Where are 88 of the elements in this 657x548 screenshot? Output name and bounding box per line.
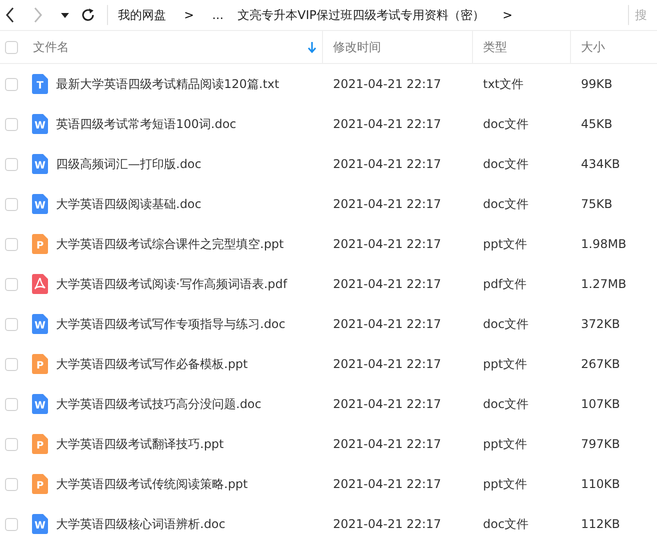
file-name[interactable]: 大学英语四级考试写作专项指导与练习.doc [56,316,286,330]
file-size: 75KB [581,197,612,211]
file-type: doc文件 [483,516,529,530]
row-checkbox[interactable] [5,238,18,250]
file-size: 110KB [581,477,620,491]
modified-time: 2021-04-21 22:17 [333,237,442,251]
modified-time: 2021-04-21 22:17 [333,317,442,331]
row-checkbox[interactable] [5,518,18,530]
file-type: doc文件 [483,156,529,170]
file-icon: W [32,114,48,134]
sort-arrow-icon [308,42,316,52]
file-name[interactable]: 大学英语四级核心词语辨析.doc [56,516,226,530]
file-type: ppt文件 [483,436,527,450]
file-icon: W [32,194,48,214]
row-checkbox[interactable] [5,198,18,210]
file-name[interactable]: 大学英语四级考试传统阅读策略.ppt [56,476,248,490]
row-checkbox[interactable] [5,398,18,410]
row-checkbox[interactable] [5,478,18,490]
file-size: 434KB [581,157,620,171]
file-icon: T [32,74,48,94]
modified-time: 2021-04-21 22:17 [333,157,442,171]
file-type: doc文件 [483,316,529,330]
modified-time: 2021-04-21 22:17 [333,517,442,531]
file-icon: W [32,154,48,174]
modified-time: 2021-04-21 22:17 [333,197,442,211]
row-checkbox[interactable] [5,318,18,330]
file-name[interactable]: 大学英语四级考试技巧高分没问题.doc [56,396,262,410]
file-size: 107KB [581,397,620,411]
file-type: doc文件 [483,116,529,130]
column-header[interactable]: 文件名 [21,31,323,63]
column-header[interactable]: 大小 [571,31,657,63]
file-type: doc文件 [483,196,529,210]
modified-time: 2021-04-21 22:17 [333,357,442,371]
file-icon: W [32,314,48,334]
row-checkbox[interactable] [5,78,18,90]
breadcrumb-item[interactable]: 文亮专升本VIP保过班四级考试专用资料（密） [238,6,484,24]
file-name[interactable]: 最新大学英语四级考试精品阅读120篇.txt [56,76,280,90]
file-name[interactable]: 大学英语四级考试写作必备模板.ppt [56,356,248,370]
file-type: ppt文件 [483,356,527,370]
file-size: 372KB [581,317,620,331]
breadcrumb-item[interactable]: ... [212,8,224,22]
file-type: doc文件 [483,396,529,410]
search-field[interactable]: 搜 [629,8,657,22]
file-icon: W [32,394,48,414]
modified-time: 2021-04-21 22:17 [333,437,442,451]
file-icon: P [32,354,48,374]
file-type: ppt文件 [483,236,527,250]
file-size: 1.98MB [581,237,626,251]
dropdown-caret-icon[interactable] [61,12,69,18]
row-checkbox[interactable] [5,358,18,370]
file-name[interactable]: 大学英语四级考试翻译技巧.ppt [56,436,224,450]
row-checkbox[interactable] [5,278,18,290]
file-type: txt文件 [483,76,524,90]
file-size: 99KB [581,77,612,91]
file-size: 267KB [581,357,620,371]
file-size: 797KB [581,437,620,451]
modified-time: 2021-04-21 22:17 [333,477,442,491]
column-header[interactable]: 修改时间 [323,31,473,63]
file-name[interactable]: 大学英语四级考试阅读·写作高频词语表.pdf [56,276,288,290]
breadcrumb-item[interactable]: 我的网盘 [118,6,166,24]
file-name[interactable]: 大学英语四级阅读基础.doc [56,196,202,210]
modified-time: 2021-04-21 22:17 [333,77,442,91]
file-icon: P [32,234,48,254]
pdf-file-icon [32,274,48,294]
file-name[interactable]: 英语四级考试常考短语100词.doc [56,116,236,130]
file-type: ppt文件 [483,476,527,490]
select-all-checkbox[interactable] [5,40,18,54]
file-size: 112KB [581,517,620,531]
file-icon: P [32,474,48,494]
file-size: 1.27MB [581,277,626,291]
refresh-icon[interactable] [81,8,95,22]
file-name[interactable]: 大学英语四级考试综合课件之完型填空.ppt [56,236,284,250]
file-name[interactable]: 四级高频词汇—打印版.doc [56,156,202,170]
modified-time: 2021-04-21 22:17 [333,277,442,291]
column-header[interactable]: 类型 [473,31,571,63]
row-checkbox[interactable] [5,118,18,130]
file-type: pdf文件 [483,276,526,290]
file-size: 45KB [581,117,612,131]
forward-icon[interactable] [33,7,43,23]
file-icon: P [32,434,48,454]
breadcrumb-separator: > [184,8,194,22]
modified-time: 2021-04-21 22:17 [333,117,442,131]
row-checkbox[interactable] [5,438,18,450]
row-checkbox[interactable] [5,158,18,170]
breadcrumb-separator: > [502,8,513,22]
file-icon: W [32,514,48,534]
modified-time: 2021-04-21 22:17 [333,397,442,411]
back-icon[interactable] [5,7,15,23]
